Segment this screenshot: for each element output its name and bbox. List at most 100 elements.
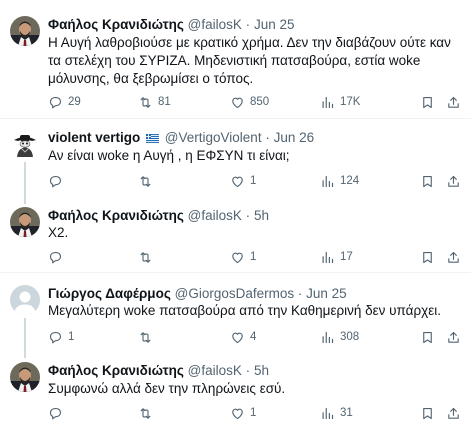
author-name[interactable]: violent vertigo bbox=[48, 130, 140, 145]
views-button[interactable]: 17 bbox=[320, 249, 353, 265]
bookmark-button[interactable] bbox=[420, 94, 435, 110]
views-count: 31 bbox=[340, 407, 353, 419]
author-handle[interactable]: @failosK bbox=[188, 208, 242, 223]
like-icon bbox=[230, 250, 245, 265]
retweet-icon bbox=[138, 330, 153, 345]
like-icon bbox=[230, 95, 245, 110]
like-button[interactable]: 850 bbox=[230, 94, 269, 110]
divider bbox=[0, 272, 471, 273]
separator-dot: · bbox=[297, 286, 303, 301]
retweet-button[interactable] bbox=[138, 249, 158, 265]
avatar[interactable] bbox=[10, 129, 40, 159]
like-count: 850 bbox=[250, 96, 270, 108]
author-handle[interactable]: @GiorgosDafermos bbox=[175, 286, 295, 301]
views-icon bbox=[320, 250, 335, 265]
author-handle[interactable]: @failosK bbox=[188, 17, 242, 32]
bookmark-icon bbox=[420, 406, 435, 421]
views-button[interactable]: 31 bbox=[320, 405, 353, 421]
reply-button[interactable] bbox=[48, 173, 68, 189]
bookmark-icon bbox=[420, 174, 435, 189]
like-button[interactable]: 1 bbox=[230, 173, 256, 189]
tweet-1[interactable]: Φαήλος Κρανιδιώτης @failosK · Jun 25 Η Α… bbox=[0, 16, 471, 118]
tweet-date[interactable]: 5h bbox=[254, 208, 269, 223]
tweet-header: violent vertigo @VertigoViolent · Jun 26 bbox=[48, 129, 314, 146]
reply-count: 1 bbox=[68, 331, 75, 343]
like-count: 1 bbox=[250, 251, 257, 263]
reply-icon bbox=[48, 250, 63, 265]
author-name[interactable]: Γιώργος Δαφέρμος bbox=[48, 286, 171, 301]
action-bar: 29 81 850 17K bbox=[48, 94, 463, 110]
tweet-5[interactable]: Φαήλος Κρανιδιώτης @failosK · 5h Συμφωνώ… bbox=[0, 362, 471, 422]
retweet-button[interactable] bbox=[138, 405, 158, 421]
greece-flag-icon bbox=[146, 134, 160, 143]
share-button[interactable] bbox=[446, 329, 461, 345]
share-button[interactable] bbox=[446, 173, 461, 189]
author-name[interactable]: Φαήλος Κρανιδιώτης bbox=[48, 17, 184, 32]
views-button[interactable]: 124 bbox=[320, 173, 359, 189]
tweet-3[interactable]: Φαήλος Κρανιδιώτης @failosK · 5h Χ2. 1 1… bbox=[0, 207, 471, 265]
action-bar: 1 17 bbox=[48, 249, 463, 265]
reply-button[interactable] bbox=[48, 249, 68, 265]
share-button[interactable] bbox=[446, 405, 461, 421]
avatar[interactable] bbox=[10, 16, 40, 46]
tweet-2[interactable]: violent vertigo @VertigoViolent · Jun 26… bbox=[0, 129, 471, 195]
author-name[interactable]: Φαήλος Κρανιδιώτης bbox=[48, 363, 184, 378]
share-button[interactable] bbox=[446, 249, 461, 265]
reply-button[interactable]: 29 bbox=[48, 94, 81, 110]
views-count: 17 bbox=[340, 251, 353, 263]
reply-button[interactable]: 1 bbox=[48, 329, 74, 345]
tweet-header: Φαήλος Κρανιδιώτης @failosK · Jun 25 bbox=[48, 16, 294, 33]
share-button[interactable] bbox=[446, 94, 461, 110]
views-button[interactable]: 17K bbox=[320, 94, 360, 110]
share-icon bbox=[446, 330, 461, 345]
reply-icon bbox=[48, 95, 63, 110]
avatar[interactable] bbox=[10, 362, 40, 392]
tweet-date[interactable]: 5h bbox=[254, 363, 269, 378]
views-icon bbox=[320, 330, 335, 345]
like-count: 4 bbox=[250, 331, 257, 343]
views-count: 17K bbox=[340, 96, 361, 108]
retweet-icon bbox=[138, 406, 153, 421]
retweet-button[interactable]: 81 bbox=[138, 94, 171, 110]
bookmark-icon bbox=[420, 330, 435, 345]
tweet-date[interactable]: Jun 25 bbox=[254, 17, 295, 32]
bookmark-icon bbox=[420, 95, 435, 110]
avatar[interactable] bbox=[10, 285, 40, 315]
action-bar: 1 31 bbox=[48, 405, 463, 421]
views-count: 124 bbox=[340, 175, 360, 187]
like-icon bbox=[230, 174, 245, 189]
like-count: 1 bbox=[250, 407, 257, 419]
bookmark-button[interactable] bbox=[420, 329, 435, 345]
retweet-button[interactable] bbox=[138, 329, 158, 345]
like-button[interactable]: 1 bbox=[230, 249, 256, 265]
author-handle[interactable]: @VertigoViolent bbox=[165, 130, 262, 145]
tweet-date[interactable]: Jun 26 bbox=[274, 130, 315, 145]
views-icon bbox=[320, 95, 335, 110]
bookmark-button[interactable] bbox=[420, 405, 435, 421]
tweet-text: Χ2. bbox=[48, 225, 69, 240]
author-handle[interactable]: @failosK bbox=[188, 363, 242, 378]
share-icon bbox=[446, 95, 461, 110]
tweet-text: Συμφωνώ αλλά δεν την πληρώνεις εσύ. bbox=[48, 381, 286, 396]
reply-icon bbox=[48, 174, 63, 189]
tweet-header: Φαήλος Κρανιδιώτης @failosK · 5h bbox=[48, 362, 269, 379]
like-button[interactable]: 1 bbox=[230, 405, 256, 421]
bookmark-button[interactable] bbox=[420, 173, 435, 189]
action-bar: 1 124 bbox=[48, 173, 463, 189]
tweet-date[interactable]: Jun 25 bbox=[306, 286, 347, 301]
like-button[interactable]: 4 bbox=[230, 329, 256, 345]
tweet-4[interactable]: Γιώργος Δαφέρμος @GiorgosDafermos · Jun … bbox=[0, 285, 471, 347]
views-icon bbox=[320, 406, 335, 421]
tweet-header: Φαήλος Κρανιδιώτης @failosK · 5h bbox=[48, 207, 269, 224]
bookmark-button[interactable] bbox=[420, 249, 435, 265]
share-icon bbox=[446, 250, 461, 265]
tweet-text: Μεγαλύτερη woke πατσαβούρα από την Καθημ… bbox=[48, 303, 442, 318]
retweet-icon bbox=[138, 174, 153, 189]
author-name[interactable]: Φαήλος Κρανιδιώτης bbox=[48, 208, 184, 223]
avatar[interactable] bbox=[10, 207, 40, 237]
reply-icon bbox=[48, 330, 63, 345]
views-button[interactable]: 308 bbox=[320, 329, 359, 345]
retweet-button[interactable] bbox=[138, 173, 158, 189]
retweet-icon bbox=[138, 250, 153, 265]
reply-button[interactable] bbox=[48, 405, 68, 421]
